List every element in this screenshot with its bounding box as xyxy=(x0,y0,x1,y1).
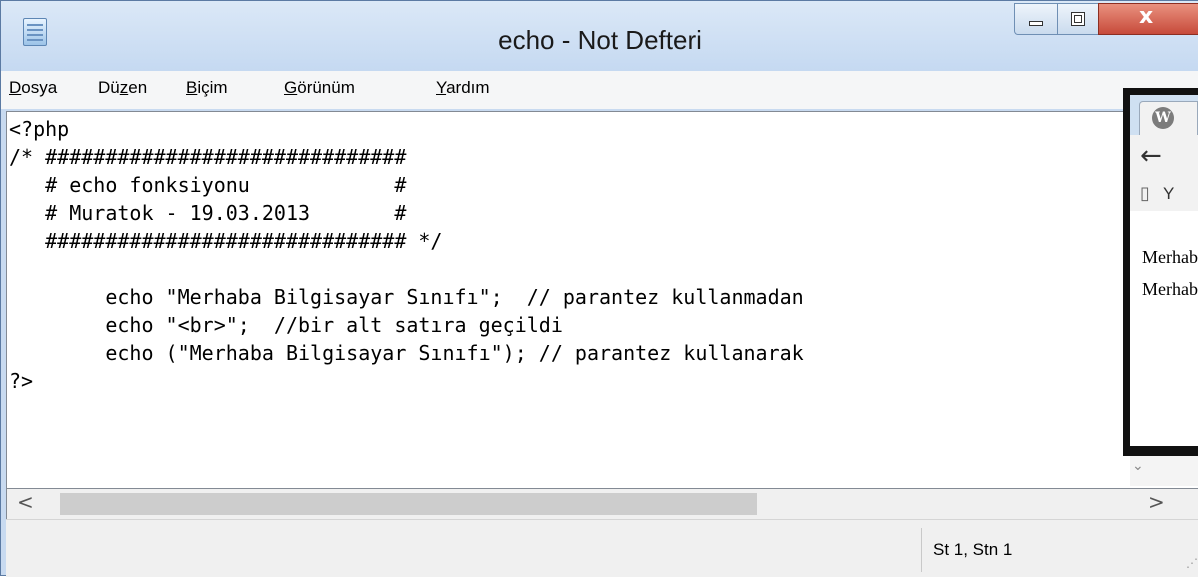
text-editor[interactable]: <?php /* ############################## … xyxy=(6,111,1198,489)
menu-dosya-accel: D xyxy=(9,78,22,97)
menu-bicim-text-b: içim xyxy=(197,78,228,97)
menu-gorunum-accel: G xyxy=(284,78,298,97)
menu-duzen-text-b: en xyxy=(128,78,148,97)
menu-dosya[interactable]: Dosya xyxy=(9,78,57,98)
menu-yardim[interactable]: Yardım xyxy=(436,78,490,98)
resize-grip-icon[interactable]: ⋰ xyxy=(1186,556,1198,570)
browser-scroll-area: ⌄ xyxy=(1130,456,1198,486)
close-button[interactable]: x xyxy=(1098,3,1198,35)
browser-content: Merhaba Bilgisayar Sınıfı Merhaba Bilgis… xyxy=(1130,211,1198,446)
browser-toolbar: ← ▯ Y xyxy=(1130,135,1198,211)
maximize-button[interactable] xyxy=(1057,3,1099,35)
browser-window: W ← ▯ Y Merhaba Bilgisayar Sınıfı Merhab… xyxy=(1123,88,1198,456)
title-bar[interactable]: echo - Not Defteri x xyxy=(1,1,1198,71)
menu-bicim-accel: B xyxy=(186,78,198,97)
menu-bar: Dosya Düzen Biçim Görünüm Yardım xyxy=(1,71,1198,109)
horizontal-scrollbar[interactable]: < > xyxy=(6,489,1198,519)
scroll-left-icon[interactable]: < xyxy=(17,490,34,514)
address-fragment[interactable]: Y xyxy=(1163,184,1174,204)
back-arrow-icon[interactable]: ← xyxy=(1140,141,1162,171)
chevron-down-icon[interactable]: ⌄ xyxy=(1132,458,1144,474)
menu-duzen[interactable]: Düzen xyxy=(98,78,147,98)
menu-duzen-accel: z xyxy=(119,78,129,97)
menu-yardim-text-b: ardım xyxy=(446,78,490,97)
menu-gorunum[interactable]: Görünüm xyxy=(284,78,355,98)
close-icon: x xyxy=(1139,4,1154,29)
scroll-right-icon[interactable]: > xyxy=(1148,490,1165,514)
maximize-icon xyxy=(1071,12,1085,26)
browser-output-line-2: Merhaba Bilgisayar Sınıfı xyxy=(1142,279,1198,299)
notepad-window: echo - Not Defteri x Dosya Düzen Biçim G… xyxy=(0,0,1198,577)
browser-output-line-1: Merhaba Bilgisayar Sınıfı xyxy=(1142,247,1198,267)
wordpress-icon: W xyxy=(1152,107,1174,129)
menu-bicim[interactable]: Biçim xyxy=(186,78,228,98)
menu-gorunum-text-b: örünüm xyxy=(297,78,355,97)
page-icon: ▯ xyxy=(1140,183,1150,204)
menu-duzen-text-a: Dü xyxy=(98,78,120,97)
minimize-button[interactable] xyxy=(1014,3,1058,35)
status-bar: St 1, Stn 1 ⋰ xyxy=(6,519,1198,577)
code-text[interactable]: <?php /* ############################## … xyxy=(9,115,804,395)
cursor-position: St 1, Stn 1 xyxy=(933,540,1013,559)
browser-tabstrip: W xyxy=(1130,95,1198,135)
menu-yardim-accel: Y xyxy=(436,78,447,97)
menu-dosya-text-b: osya xyxy=(21,78,58,97)
browser-tab[interactable]: W xyxy=(1139,101,1198,135)
status-divider xyxy=(921,528,922,572)
scroll-thumb[interactable] xyxy=(60,493,757,515)
minimize-icon xyxy=(1029,21,1043,26)
